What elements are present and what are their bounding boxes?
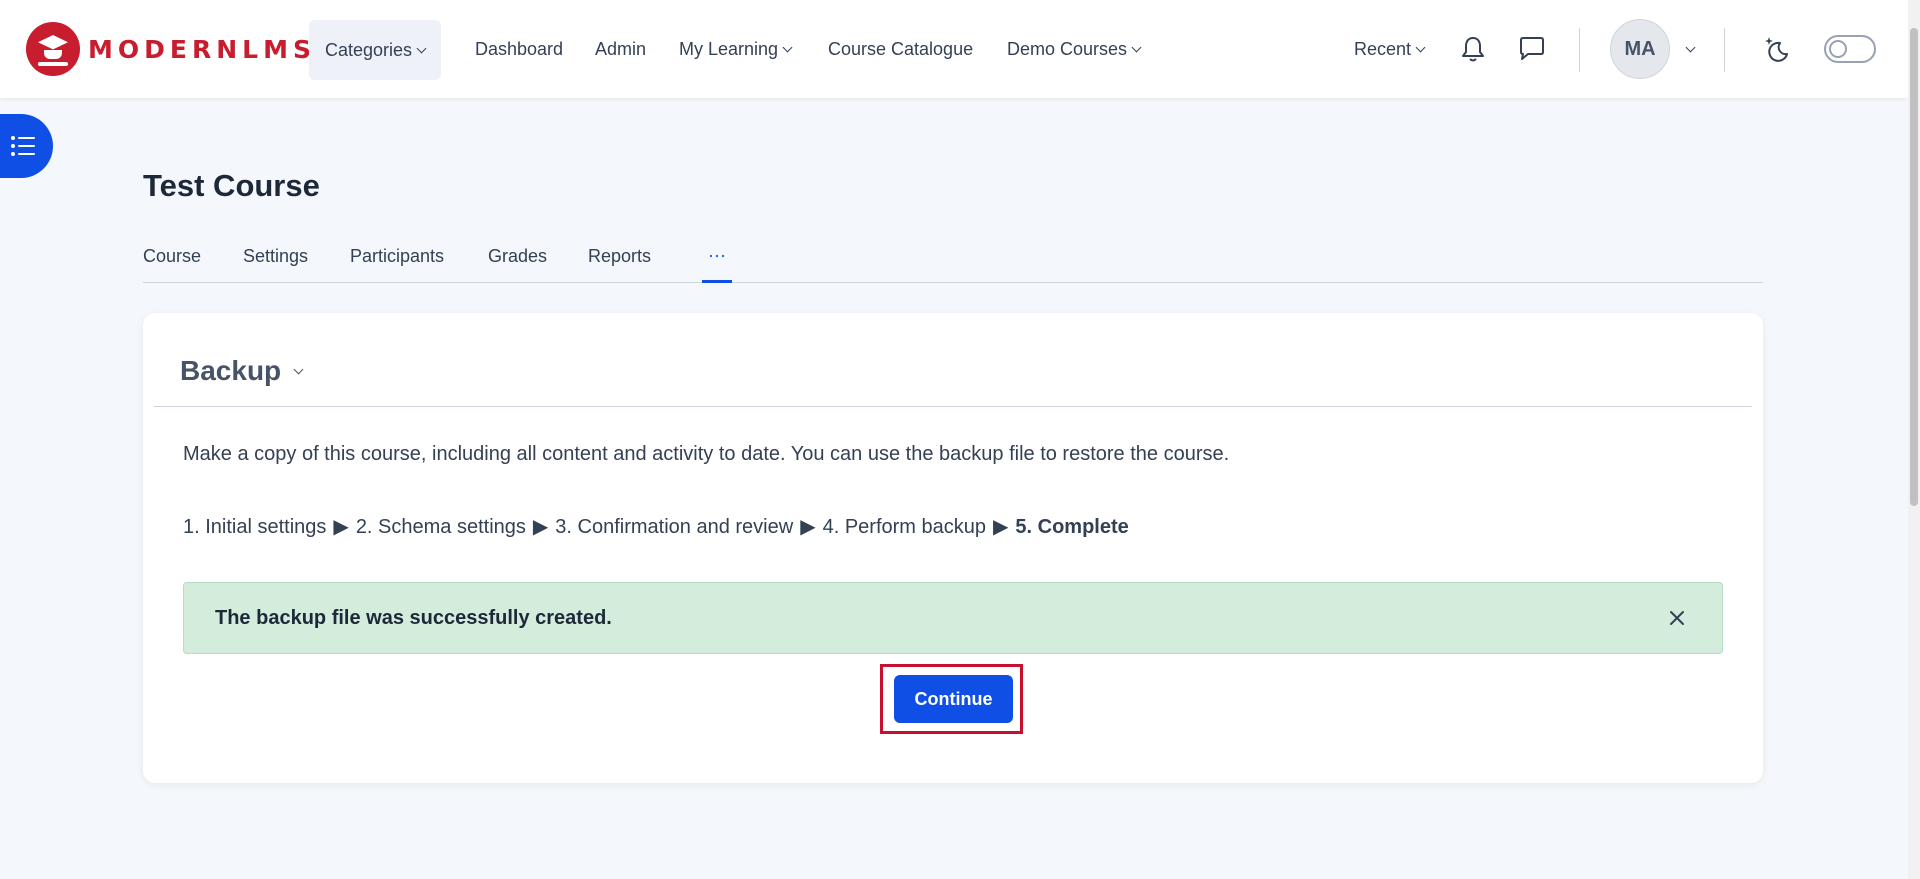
nav-admin[interactable]: Admin	[595, 0, 646, 98]
secondary-navigation: Course Settings Participants Grades Repo…	[143, 230, 1763, 283]
step-arrow: ▶	[993, 516, 1009, 538]
tab-reports-label: Reports	[588, 246, 652, 266]
site-logo[interactable]: MODERNLMS	[26, 22, 316, 76]
nav-dashboard[interactable]: Dashboard	[475, 0, 563, 98]
user-avatar[interactable]: MA	[1610, 19, 1670, 79]
backup-title-dropdown[interactable]: Backup	[180, 355, 304, 387]
tab-grades-label: Grades	[488, 246, 548, 266]
tab-more[interactable]: ···	[702, 230, 732, 283]
logo-text: MODERNLMS	[88, 34, 316, 64]
nav-my-learning[interactable]: My Learning	[679, 0, 793, 98]
tab-more-label: ···	[708, 244, 726, 265]
step-arrow: ▶	[800, 516, 816, 538]
chevron-down-icon	[1131, 42, 1142, 52]
backup-progress-steps: 1. Initial settings ▶ 2. Schema settings ▶ 3…	[183, 514, 1129, 539]
nav-course-catalogue[interactable]: Course Catalogue	[828, 0, 973, 98]
backup-title: Backup	[180, 355, 282, 386]
chevron-down-icon	[416, 43, 427, 53]
step-item: 3. Confirmation and review	[555, 516, 794, 538]
close-icon	[1670, 611, 1684, 625]
alert-close-button[interactable]	[1666, 607, 1688, 629]
card-header: Backup	[154, 313, 1752, 407]
step-arrow: ▶	[333, 516, 349, 538]
chevron-down-icon	[782, 42, 793, 52]
page-title: Test Course	[143, 168, 320, 203]
nav-my-learning-label: My Learning	[679, 38, 779, 59]
nav-categories-label: Categories	[325, 39, 413, 60]
tab-course[interactable]: Course	[143, 230, 201, 283]
nav-admin-label: Admin	[595, 38, 647, 59]
nav-categories[interactable]: Categories	[309, 20, 442, 80]
step-item: 4. Perform backup	[822, 516, 986, 538]
dark-mode-button[interactable]	[1759, 32, 1793, 66]
course-index-toggle[interactable]	[0, 114, 53, 178]
page-scrollbar[interactable]	[1908, 0, 1920, 879]
nav-demo-courses[interactable]: Demo Courses	[1007, 0, 1142, 98]
avatar-initials: MA	[1624, 37, 1656, 60]
success-alert: The backup file was successfully created…	[183, 582, 1723, 654]
moon-sparkle-icon	[1765, 37, 1788, 62]
step-arrow: ▶	[532, 516, 549, 538]
nav-recent-label: Recent	[1354, 38, 1412, 59]
backup-card: Backup Make a copy of this course, inclu…	[143, 313, 1763, 783]
nav-course-catalogue-label: Course Catalogue	[828, 38, 974, 59]
tab-course-label: Course	[143, 246, 202, 266]
bell-icon	[1462, 37, 1484, 62]
backup-intro: Make a copy of this course, including al…	[183, 443, 1230, 465]
nav-dashboard-label: Dashboard	[475, 38, 564, 59]
tab-reports[interactable]: Reports	[588, 230, 651, 283]
messages-button[interactable]	[1515, 32, 1549, 66]
top-navbar: MODERNLMS Categories Dashboard Admin My …	[0, 0, 1908, 98]
chat-icon	[1520, 37, 1544, 60]
tab-settings[interactable]: Settings	[243, 230, 308, 283]
graduation-cap-logo-icon	[26, 22, 80, 76]
toggle-knob	[1829, 40, 1847, 58]
list-icon	[10, 136, 35, 156]
chevron-down-icon	[293, 364, 304, 374]
tab-participants-label: Participants	[350, 246, 445, 266]
tab-participants[interactable]: Participants	[350, 230, 444, 283]
navbar-divider	[1579, 28, 1580, 72]
navbar-divider	[1724, 28, 1725, 72]
nav-demo-courses-label: Demo Courses	[1007, 38, 1128, 59]
alert-message: The backup file was successfully created…	[215, 607, 612, 629]
chevron-down-icon	[1685, 42, 1695, 52]
tab-grades[interactable]: Grades	[488, 230, 547, 283]
step-item-current: 5. Complete	[1015, 516, 1129, 538]
chevron-down-icon	[1415, 42, 1426, 52]
step-item: 1. Initial settings	[183, 516, 327, 538]
nav-recent[interactable]: Recent	[1354, 0, 1426, 98]
theme-toggle[interactable]	[1824, 35, 1876, 63]
tab-settings-label: Settings	[243, 246, 309, 266]
user-menu-toggle[interactable]	[1670, 32, 1704, 66]
continue-button[interactable]: Continue	[894, 675, 1013, 723]
notifications-button[interactable]	[1456, 32, 1490, 66]
step-item: 2. Schema settings	[355, 516, 526, 538]
scrollbar-thumb[interactable]	[1910, 28, 1918, 506]
